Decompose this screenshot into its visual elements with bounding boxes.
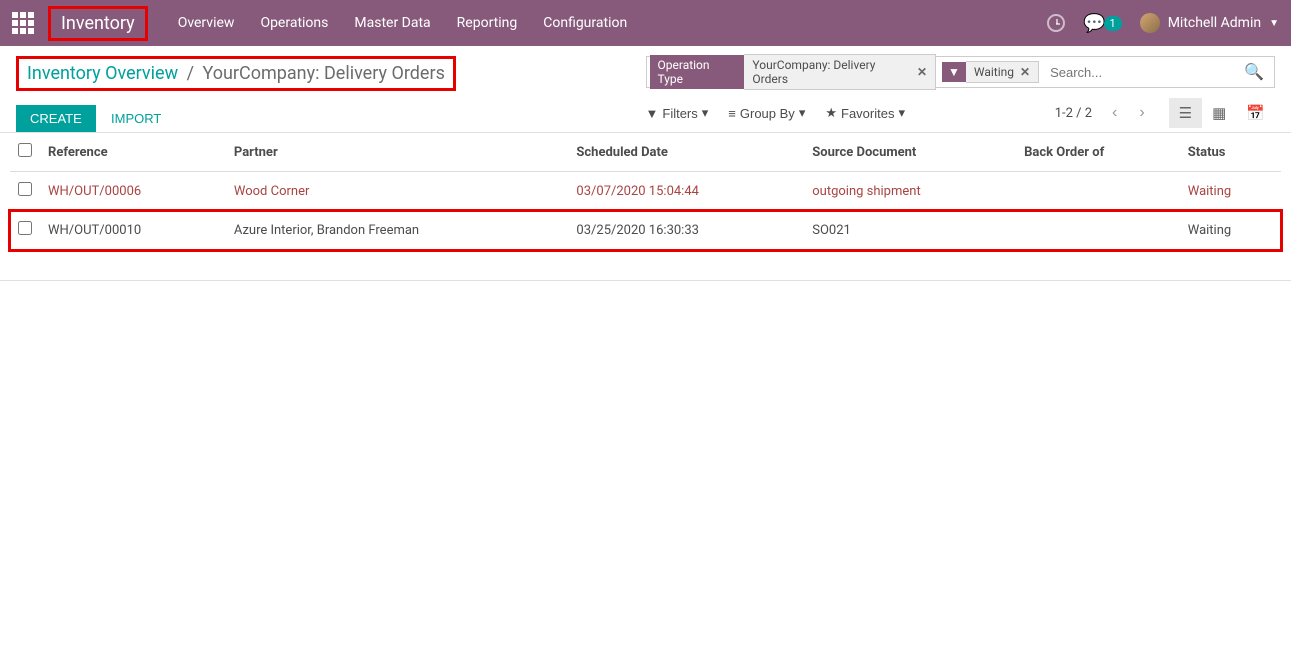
user-menu[interactable]: Mitchell Admin ▼ — [1140, 13, 1279, 33]
pager-text: 1-2 / 2 — [1055, 106, 1092, 121]
list-view-icon[interactable]: ☰ — [1169, 98, 1202, 128]
chat-badge: 1 — [1104, 16, 1122, 31]
main-menu: Overview Operations Master Data Reportin… — [178, 15, 628, 31]
search-icon[interactable]: 🔍 — [1234, 62, 1274, 82]
pager-prev-icon[interactable]: ‹ — [1104, 100, 1125, 126]
row-checkbox[interactable] — [18, 221, 32, 235]
facet-remove-icon[interactable]: ✕ — [1020, 65, 1030, 79]
search-facet-waiting: ▼ Waiting ✕ — [942, 61, 1039, 83]
top-navbar: Inventory Overview Operations Master Dat… — [0, 0, 1291, 46]
select-all-checkbox[interactable] — [18, 143, 32, 157]
breadcrumb-parent[interactable]: Inventory Overview — [27, 63, 178, 84]
messaging-button[interactable]: 💬 1 — [1083, 13, 1122, 34]
filter-icon: ▼ — [942, 62, 966, 82]
search-input[interactable] — [1042, 65, 1234, 80]
col-backorder[interactable]: Back Order of — [1016, 133, 1180, 172]
user-name: Mitchell Admin — [1168, 15, 1261, 31]
facet-remove-icon[interactable]: ✕ — [917, 65, 927, 79]
search-facet-operation-type: Operation Type YourCompany: Delivery Ord… — [650, 61, 937, 83]
kanban-view-icon[interactable]: ▦ — [1202, 98, 1236, 128]
chevron-down-icon: ▾ — [898, 105, 905, 121]
app-title[interactable]: Inventory — [48, 6, 148, 41]
facet-value: Waiting — [974, 65, 1014, 79]
cell-partner: Wood Corner — [226, 172, 569, 211]
cell-backorder — [1016, 211, 1180, 250]
calendar-view-icon[interactable]: 📅 — [1236, 98, 1275, 128]
clock-icon[interactable] — [1047, 14, 1065, 32]
chevron-down-icon: ▼ — [1269, 18, 1279, 29]
menu-overview[interactable]: Overview — [178, 15, 235, 31]
breadcrumb-separator: / — [187, 63, 194, 84]
cell-source: outgoing shipment — [804, 172, 1016, 211]
breadcrumb: Inventory Overview / YourCompany: Delive… — [27, 63, 445, 84]
menu-configuration[interactable]: Configuration — [543, 15, 627, 31]
cell-status: Waiting — [1180, 211, 1281, 250]
breadcrumb-current: YourCompany: Delivery Orders — [202, 63, 444, 84]
import-button[interactable]: IMPORT — [111, 111, 161, 126]
col-partner[interactable]: Partner — [226, 133, 569, 172]
menu-master-data[interactable]: Master Data — [354, 15, 430, 31]
facet-value: YourCompany: Delivery Orders — [752, 58, 911, 86]
cell-reference: WH/OUT/00006 — [40, 172, 226, 211]
delivery-orders-table: Reference Partner Scheduled Date Source … — [10, 133, 1281, 250]
col-reference[interactable]: Reference — [40, 133, 226, 172]
cell-scheduled: 03/07/2020 15:04:44 — [568, 172, 804, 211]
search-bar: Operation Type YourCompany: Delivery Ord… — [646, 56, 1276, 88]
chat-icon: 💬 — [1083, 13, 1105, 34]
filters-button[interactable]: ▼ Filters ▾ — [646, 105, 709, 121]
col-status[interactable]: Status — [1180, 133, 1281, 172]
footer-divider — [0, 280, 1291, 281]
col-scheduled[interactable]: Scheduled Date — [568, 133, 804, 172]
favorites-button[interactable]: ★ Favorites ▾ — [825, 105, 905, 121]
facet-label: Operation Type — [650, 55, 745, 89]
list-icon: ≡ — [728, 106, 736, 121]
cell-source: SO021 — [804, 211, 1016, 250]
chevron-down-icon: ▾ — [799, 105, 806, 121]
create-button[interactable]: CREATE — [16, 105, 96, 132]
cell-scheduled: 03/25/2020 16:30:33 — [568, 211, 804, 250]
table-row[interactable]: WH/OUT/00006 Wood Corner 03/07/2020 15:0… — [10, 172, 1281, 211]
cell-reference: WH/OUT/00010 — [40, 211, 226, 250]
funnel-icon: ▼ — [646, 106, 659, 121]
cell-status: Waiting — [1180, 172, 1281, 211]
menu-operations[interactable]: Operations — [260, 15, 328, 31]
chevron-down-icon: ▾ — [702, 105, 709, 121]
cell-backorder — [1016, 172, 1180, 211]
groupby-button[interactable]: ≡ Group By ▾ — [728, 105, 805, 121]
col-source[interactable]: Source Document — [804, 133, 1016, 172]
cell-partner: Azure Interior, Brandon Freeman — [226, 211, 569, 250]
star-icon: ★ — [825, 105, 837, 121]
avatar — [1140, 13, 1160, 33]
table-row[interactable]: WH/OUT/00010 Azure Interior, Brandon Fre… — [10, 211, 1281, 250]
row-checkbox[interactable] — [18, 182, 32, 196]
menu-reporting[interactable]: Reporting — [457, 15, 518, 31]
apps-icon[interactable] — [12, 12, 34, 34]
pager-next-icon[interactable]: › — [1131, 100, 1152, 126]
